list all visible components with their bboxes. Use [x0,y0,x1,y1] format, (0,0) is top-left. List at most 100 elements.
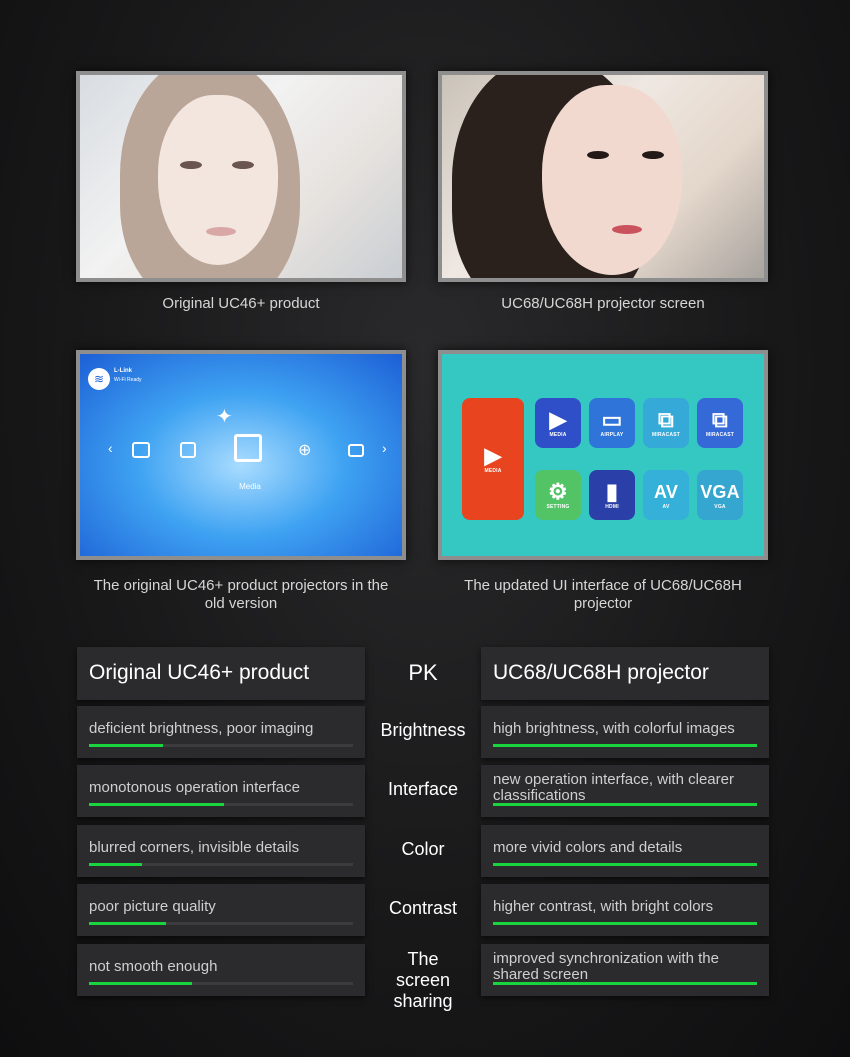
chevron-right-icon[interactable]: › [382,440,387,456]
right-row-1: new operation interface, with clearer cl… [481,765,769,817]
left-row-4: not smooth enough [77,944,365,996]
hdmi-icon[interactable] [132,442,150,458]
portrait-eye-right [642,151,664,159]
ui-tile-media-1[interactable]: ▶ MEDIA [535,398,581,448]
feature-label-3: Contrast [388,898,458,918]
right-header-title: UC68/UC68H projector [493,661,709,684]
caption-photo-new: UC68/UC68H projector screen [501,295,705,312]
right-header: UC68/UC68H projector [481,647,769,700]
left-level-fill [89,744,163,747]
right-level-fill [493,744,757,747]
old-ui-screenshot: ≋ L-Link Wi-Fi Ready ‹ ✦ Media ⊕ › [76,350,406,560]
left-level-track [89,744,353,747]
caption-ui-new: The updated UI interface of UC68/UC68H p… [464,577,742,612]
right-level-fill [493,803,757,806]
tile-label: AIRPLAY [600,432,624,438]
left-level-track [89,982,353,985]
globe-icon[interactable]: ⊕ [298,440,311,460]
tile-glyph-icon: ⚙ [548,479,568,504]
right-row-4: improved synchronization with the shared… [481,944,769,996]
left-row-text: poor picture quality [89,898,216,915]
feature-label-1: Interface [387,779,459,799]
media-icon[interactable] [234,434,262,462]
left-level-track [89,803,353,806]
ui-tile-vga-8[interactable]: VGA VGA [697,470,743,520]
right-row-text: high brightness, with colorful images [493,720,735,737]
tile-glyph-icon: AV [653,482,679,502]
tile-label: MIRACAST [652,432,680,438]
left-row-3: poor picture quality [77,884,365,936]
right-row-text: new operation interface, with clearer cl… [493,771,734,804]
feature-label-2: Color [401,839,445,859]
left-level-fill [89,922,166,925]
tile-glyph-icon: ▶ [484,443,502,468]
left-header: Original UC46+ product [77,647,365,700]
photo-original-uc46 [76,71,406,282]
portrait-lips [206,227,236,236]
right-level-track [493,922,757,925]
tile-glyph-icon: VGA [700,482,740,502]
ui-tile-hdmi-6[interactable]: ▮ HDMI [589,470,635,520]
left-level-track [89,922,353,925]
feature-label-0: Brightness [380,720,466,740]
portrait-eye-left [587,151,609,159]
right-row-text: improved synchronization with the shared… [493,950,719,983]
left-row-2: blurred corners, invisible details [77,825,365,877]
ui-tile-miracast-4[interactable]: ⧉ MIRACAST [697,398,743,448]
right-level-track [493,982,757,985]
ui-tile-av-7[interactable]: AV AV [643,470,689,520]
right-level-fill [493,922,757,925]
ui-tile-media-0[interactable]: ▶ MEDIA [462,398,524,520]
right-level-fill [493,863,757,866]
chevron-left-icon[interactable]: ‹ [108,440,113,456]
right-row-0: high brightness, with colorful images [481,706,769,758]
feature-label-4: The screen sharing [393,949,453,1011]
left-level-track [89,863,353,866]
portrait-face [542,85,682,275]
photo-uc68-projector [438,71,768,282]
left-row-1: monotonous operation interface [77,765,365,817]
pk-label: PK [408,660,438,685]
right-level-fill [493,982,757,985]
right-level-track [493,744,757,747]
left-header-title: Original UC46+ product [89,661,310,684]
tile-glyph-icon: ▭ [601,407,623,432]
tile-glyph-icon: ⧉ [658,407,674,432]
tile-label: MIRACAST [706,432,734,438]
old-ui-wifi-status: Wi-Fi Ready [114,377,142,383]
left-level-fill [89,982,192,985]
left-row-0: deficient brightness, poor imaging [77,706,365,758]
caption-photo-old: Original UC46+ product [162,295,320,312]
portrait-eye-right [232,161,254,169]
wifi-icon: ≋ [88,368,110,390]
tile-label: VGA [714,504,726,510]
portrait-eye-left [180,161,202,169]
right-row-text: higher contrast, with bright colors [493,898,714,915]
tile-label: SETTING [546,504,570,510]
right-level-track [493,863,757,866]
tile-label: HDMI [605,504,619,510]
vga-icon[interactable] [180,442,196,458]
left-level-fill [89,863,142,866]
old-ui-brand: L-Link [114,368,132,374]
ui-tile-airplay-2[interactable]: ▭ AIRPLAY [589,398,635,448]
right-row-2: more vivid colors and details [481,825,769,877]
new-ui-screenshot: ▶ MEDIA ▶ MEDIA ▭ AIRPLAY ⧉ MIRACAST ⧉ MIRACAST ⚙ S… [438,350,768,560]
sparkle-icon: ✦ [216,406,233,428]
ui-tile-setting-5[interactable]: ⚙ SETTING [535,470,581,520]
left-row-text: monotonous operation interface [89,779,300,796]
left-level-fill [89,803,224,806]
ui-tile-miracast-3[interactable]: ⧉ MIRACAST [643,398,689,448]
left-row-text: blurred corners, invisible details [89,839,300,856]
tile-label: AV [662,504,670,510]
portrait-face [158,95,278,265]
screen-mirror-icon[interactable] [348,444,364,457]
right-level-track [493,803,757,806]
right-row-text: more vivid colors and details [493,839,683,856]
tile-glyph-icon: ⧉ [712,407,728,432]
left-row-text: not smooth enough [89,958,218,975]
right-row-3: higher contrast, with bright colors [481,884,769,936]
portrait-lips [612,225,642,234]
caption-ui-old: The original UC46+ product projectors in… [93,577,389,612]
tile-label: MEDIA [549,432,567,438]
